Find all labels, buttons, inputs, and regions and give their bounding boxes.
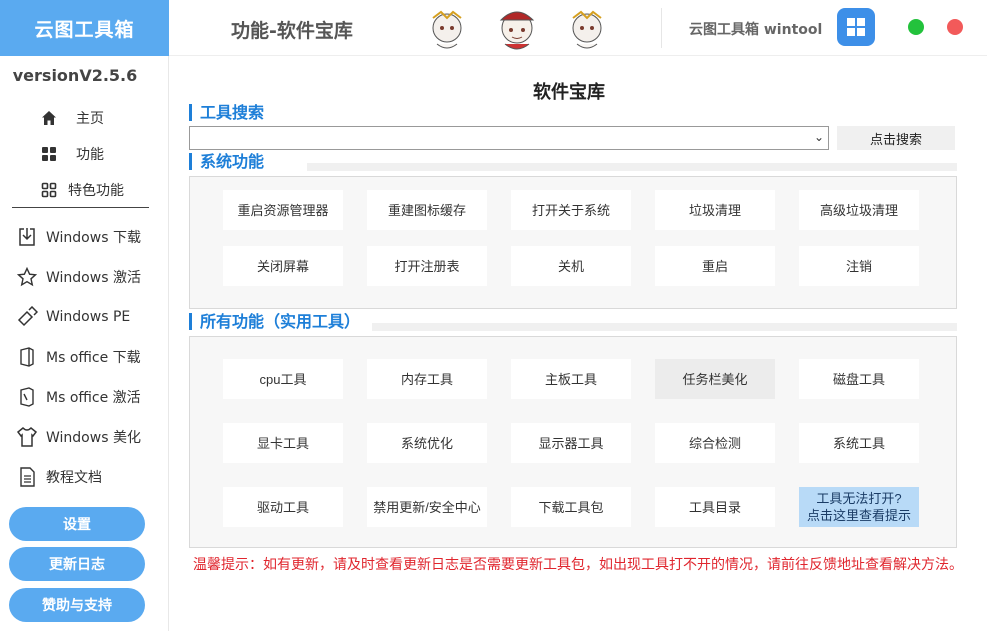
tool-open-about-system[interactable]: 打开关于系统 <box>511 190 631 230</box>
sidebar-item-label: Windows 激活 <box>46 270 141 286</box>
sidebar-item-label: 教程文档 <box>46 470 102 486</box>
help-line-2: 点击这里查看提示 <box>806 508 911 523</box>
warning-text: 温馨提示：如有更新，请及时查看更新日志是否需要更新工具包，如出现工具打不开的情况… <box>193 557 963 573</box>
sidebar-item-label: 主页 <box>76 111 104 127</box>
section-title-all: 所有功能（实用工具） <box>189 313 360 330</box>
usb-icon <box>16 306 38 328</box>
brand-logo: 云图工具箱 <box>0 0 169 56</box>
tool-taskbar-beautify[interactable]: 任务栏美化 <box>655 359 775 399</box>
tool-comprehensive-test[interactable]: 综合检测 <box>655 423 775 463</box>
tool-memory[interactable]: 内存工具 <box>367 359 487 399</box>
sidebar-item-label: Ms office 下载 <box>46 350 141 366</box>
mascot-illustration <box>432 10 602 50</box>
brand-name: 云图工具箱 <box>34 18 135 41</box>
tool-disk[interactable]: 磁盘工具 <box>799 359 919 399</box>
page-title: 功能-软件宝库 <box>231 20 353 42</box>
tool-gpu[interactable]: 显卡工具 <box>223 423 343 463</box>
minimize-button[interactable] <box>908 19 924 35</box>
document-icon <box>16 466 38 488</box>
sidebar-item-label: Ms office 激活 <box>46 390 141 406</box>
tool-rebuild-icon-cache[interactable]: 重建图标缓存 <box>367 190 487 230</box>
tool-logout[interactable]: 注销 <box>799 246 919 286</box>
header-bar: 功能-软件宝库 云图工具箱 wintool <box>169 0 987 56</box>
main-title: 软件宝库 <box>533 82 605 103</box>
sidebar-item-office-download[interactable]: Ms office 下载 <box>16 337 141 377</box>
sidebar-item-tutorial[interactable]: 教程文档 <box>16 457 141 497</box>
windows-logo-icon[interactable] <box>837 8 875 46</box>
sponsor-button[interactable]: 赞助与支持 <box>9 588 145 622</box>
tool-restart[interactable]: 重启 <box>655 246 775 286</box>
tool-monitor[interactable]: 显示器工具 <box>511 423 631 463</box>
tool-open-registry[interactable]: 打开注册表 <box>367 246 487 286</box>
tool-shutdown[interactable]: 关机 <box>511 246 631 286</box>
office-key-icon <box>16 386 38 408</box>
search-button[interactable]: 点击搜索 <box>837 126 955 150</box>
tool-screen-off[interactable]: 关闭屏幕 <box>223 246 343 286</box>
home-icon <box>40 109 58 127</box>
tool-driver[interactable]: 驱动工具 <box>223 487 343 527</box>
tool-disable-update[interactable]: 禁用更新/安全中心 <box>367 487 487 527</box>
sidebar-item-special[interactable]: 特色功能 <box>40 172 124 208</box>
tool-directory[interactable]: 工具目录 <box>655 487 775 527</box>
sidebar-item-office-activate[interactable]: Ms office 激活 <box>16 377 141 417</box>
sidebar-item-label: Windows 下载 <box>46 230 141 246</box>
section-bar <box>372 323 957 331</box>
sidebar-item-home[interactable]: 主页 <box>40 100 124 136</box>
tool-motherboard[interactable]: 主板工具 <box>511 359 631 399</box>
sidebar-item-function[interactable]: 功能 <box>40 136 124 172</box>
office-icon <box>16 346 38 368</box>
sidebar-item-label: 特色功能 <box>68 183 124 199</box>
tool-restart-explorer[interactable]: 重启资源管理器 <box>223 190 343 230</box>
tool-junk-clean[interactable]: 垃圾清理 <box>655 190 775 230</box>
sidebar-nav: Windows 下载 Windows 激活 Windows PE Ms offi… <box>16 217 141 497</box>
settings-button[interactable]: 设置 <box>9 507 145 541</box>
sidebar: versionV2.5.6 主页 功能 特色功能 Windows 下载 Wind… <box>0 56 169 631</box>
app-name: 云图工具箱 wintool <box>689 22 823 38</box>
download-icon <box>16 226 38 248</box>
tool-download-package[interactable]: 下载工具包 <box>511 487 631 527</box>
star-icon <box>16 266 38 288</box>
apps-icon <box>40 181 58 199</box>
all-tools-panel: cpu工具 内存工具 主板工具 任务栏美化 磁盘工具 显卡工具 系统优化 显示器… <box>189 336 957 548</box>
help-line-1: 工具无法打开? <box>816 491 902 506</box>
shirt-icon <box>16 426 38 448</box>
close-button[interactable] <box>947 19 963 35</box>
system-tools-panel: 重启资源管理器 重建图标缓存 打开关于系统 垃圾清理 高级垃圾清理 关闭屏幕 打… <box>189 176 957 309</box>
grid-icon <box>40 145 58 163</box>
sidebar-item-windows-activate[interactable]: Windows 激活 <box>16 257 141 297</box>
tool-advanced-junk-clean[interactable]: 高级垃圾清理 <box>799 190 919 230</box>
sidebar-divider <box>12 207 149 208</box>
sidebar-item-windows-beautify[interactable]: Windows 美化 <box>16 417 141 457</box>
sidebar-item-label: Windows 美化 <box>46 430 141 446</box>
sidebar-item-windows-download[interactable]: Windows 下载 <box>16 217 141 257</box>
chevron-down-icon[interactable]: ⌄ <box>814 130 824 144</box>
changelog-button[interactable]: 更新日志 <box>9 547 145 581</box>
tool-system-tools[interactable]: 系统工具 <box>799 423 919 463</box>
tool-help-button[interactable]: 工具无法打开? 点击这里查看提示 <box>799 487 919 527</box>
section-bar <box>307 163 957 171</box>
sidebar-item-label: 功能 <box>76 147 104 163</box>
sidebar-top-nav: 主页 功能 特色功能 <box>40 100 124 208</box>
tool-system-optimize[interactable]: 系统优化 <box>367 423 487 463</box>
search-input[interactable]: ⌄ <box>189 126 829 150</box>
sidebar-item-label: Windows PE <box>46 309 131 325</box>
section-title-search: 工具搜索 <box>189 104 264 121</box>
tool-cpu[interactable]: cpu工具 <box>223 359 343 399</box>
sidebar-item-windows-pe[interactable]: Windows PE <box>16 297 141 337</box>
header-divider <box>661 8 662 48</box>
section-title-system: 系统功能 <box>189 153 264 170</box>
version-label: versionV2.5.6 <box>12 66 138 85</box>
